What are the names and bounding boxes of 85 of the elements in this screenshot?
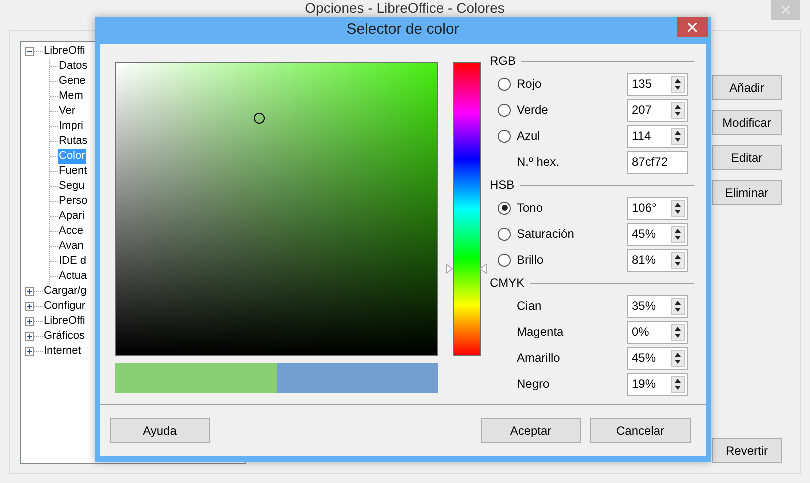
tree-item[interactable]: Ver (58, 104, 77, 119)
input-field[interactable]: 87cf72 (627, 150, 688, 174)
action-button[interactable]: Editar (712, 145, 782, 170)
tree-item[interactable]: LibreOffi (43, 44, 86, 59)
spin-arrows-icon[interactable] (671, 226, 685, 242)
radio-button[interactable] (498, 228, 511, 240)
tree-item[interactable]: Gene (58, 74, 87, 89)
close-icon (688, 22, 697, 32)
radio-button[interactable] (498, 202, 511, 214)
collapse-icon[interactable] (25, 47, 34, 56)
tree-item[interactable]: Apari (58, 209, 86, 224)
close-button[interactable] (677, 17, 708, 37)
action-button[interactable]: Modificar (712, 110, 782, 135)
tree-item[interactable]: Configur (43, 299, 87, 314)
field-label: Brillo (517, 252, 545, 269)
field-label: Azul (517, 128, 542, 145)
spin-arrows-icon[interactable] (671, 350, 685, 366)
spin-arrows-icon[interactable] (671, 76, 685, 92)
expand-icon[interactable] (25, 287, 34, 296)
tree-item[interactable]: Perso (58, 194, 89, 209)
spin-field[interactable]: 81% (627, 248, 688, 272)
close-icon (782, 6, 790, 14)
field-label: Saturación (517, 226, 576, 243)
field-label: Negro (517, 376, 551, 393)
spin-field[interactable]: 135 (627, 72, 688, 96)
radio-button[interactable] (498, 78, 511, 90)
help-button[interactable]: Ayuda (110, 418, 210, 443)
spin-field[interactable]: 114 (627, 124, 688, 148)
expand-icon[interactable] (25, 332, 34, 341)
expand-icon[interactable] (25, 317, 34, 326)
tree-item[interactable]: Gráficos (43, 329, 86, 344)
tree-item[interactable]: LibreOffi (43, 314, 86, 329)
tree-item[interactable]: Internet (43, 344, 82, 359)
field-label: Magenta (517, 324, 565, 341)
spin-field[interactable]: 35% (627, 294, 688, 318)
spin-field[interactable]: 106° (627, 196, 688, 220)
radio-button[interactable] (498, 104, 511, 116)
spin-field[interactable]: 45% (627, 346, 688, 370)
tree-item[interactable]: Fuent (58, 164, 88, 179)
window-title: Opciones - LibreOffice - Colores (305, 0, 505, 16)
radio-button[interactable] (498, 130, 511, 142)
tree-item[interactable]: Mem (58, 89, 84, 104)
section-heading: HSB (490, 177, 515, 194)
tree-item[interactable]: Segu (58, 179, 86, 194)
spin-field[interactable]: 19% (627, 372, 688, 396)
spin-arrows-icon[interactable] (671, 252, 685, 268)
action-button[interactable]: Eliminar (712, 180, 782, 205)
slider-arrow-icon[interactable] (446, 264, 453, 274)
spin-arrows-icon[interactable] (671, 324, 685, 340)
slider-arrow-icon[interactable] (480, 264, 487, 274)
expand-icon[interactable] (25, 302, 34, 311)
hue-bar[interactable] (452, 62, 480, 356)
color-field[interactable] (115, 62, 438, 356)
tree-item[interactable]: Datos (58, 59, 89, 74)
spin-field[interactable]: 0% (627, 320, 688, 344)
spin-field[interactable]: 207 (627, 98, 688, 122)
tree-item[interactable]: Impri (58, 119, 84, 134)
spin-arrows-icon[interactable] (671, 102, 685, 118)
radio-button[interactable] (498, 254, 511, 266)
tree-item[interactable]: Actua (58, 269, 88, 284)
spin-arrows-icon[interactable] (671, 376, 685, 392)
section-heading: RGB (490, 53, 516, 70)
dialog-title: Selector de color (346, 20, 460, 40)
section-heading: CMYK (490, 275, 525, 292)
tree-item[interactable]: Avan (58, 239, 85, 254)
field-label: Amarillo (517, 350, 562, 367)
action-button[interactable]: Añadir (712, 75, 782, 100)
field-label: Verde (517, 102, 550, 119)
tree-item[interactable]: Acce (58, 224, 84, 239)
field-label: Cian (517, 298, 543, 315)
field-label: Rojo (517, 76, 543, 93)
spin-arrows-icon[interactable] (671, 200, 685, 216)
tree-item[interactable]: Cargar/g (43, 284, 88, 299)
spin-arrows-icon[interactable] (671, 298, 685, 314)
tree-item[interactable]: IDE d (58, 254, 88, 269)
spin-field[interactable]: 45% (627, 222, 688, 246)
field-label: Tono (517, 200, 544, 217)
tree-item[interactable]: Rutas (58, 134, 89, 149)
spin-arrows-icon[interactable] (671, 128, 685, 144)
cancel-button[interactable]: Cancelar (590, 418, 691, 443)
expand-icon[interactable] (25, 347, 34, 356)
picker-marker[interactable] (254, 113, 265, 124)
field-label: N.º hex. (517, 154, 560, 171)
revert-button[interactable]: Revertir (712, 438, 782, 463)
ok-button[interactable]: Aceptar (481, 418, 581, 443)
